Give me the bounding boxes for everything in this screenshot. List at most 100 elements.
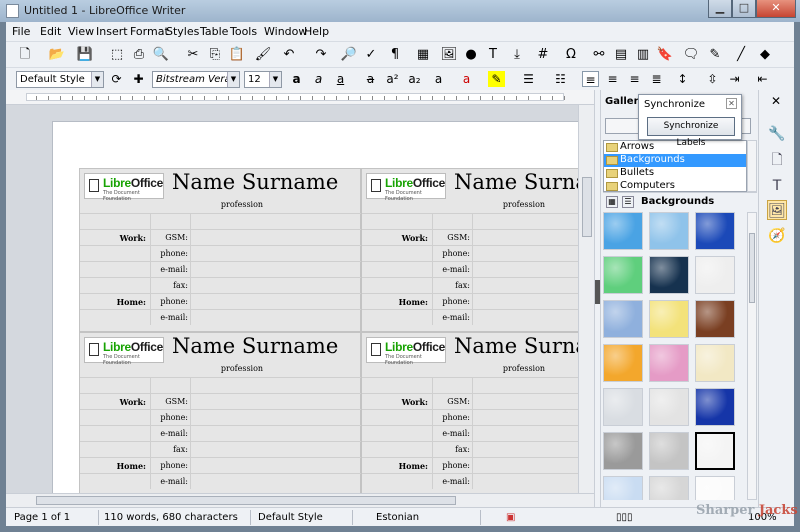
card-row[interactable]: fax:: [80, 277, 362, 293]
basic-shapes-icon[interactable]: ◆: [756, 46, 774, 63]
gallery-tile-flowers[interactable]: [695, 344, 735, 382]
theme-item[interactable]: Arrows: [604, 141, 746, 154]
redo-icon[interactable]: ↷: [312, 46, 330, 63]
paragraph-spacing-icon[interactable]: ⇳: [704, 71, 721, 87]
gallery-tile-candy[interactable]: [649, 344, 689, 382]
card-row[interactable]: Home: phone:: [80, 457, 362, 473]
gallery-tile-crinkled[interactable]: [603, 388, 643, 426]
align-right-icon[interactable]: ≡: [626, 71, 643, 87]
properties-icon[interactable]: 🔧: [767, 124, 787, 144]
horizontal-scrollbar[interactable]: [6, 493, 594, 507]
card-row[interactable]: e-mail:: [362, 309, 594, 325]
insert-chart-icon[interactable]: ●: [462, 46, 480, 63]
word-count[interactable]: 110 words, 680 characters: [104, 512, 238, 523]
theme-item[interactable]: Computers: [604, 180, 746, 191]
card-row[interactable]: fax:: [362, 441, 594, 457]
page-style[interactable]: Default Style: [258, 512, 323, 523]
card-row[interactable]: Home: phone:: [80, 293, 362, 309]
card-row[interactable]: [80, 213, 362, 229]
card-row[interactable]: fax:: [80, 441, 362, 457]
chevron-down-icon[interactable]: ▼: [269, 72, 281, 87]
increase-indent-icon[interactable]: ⇥: [726, 71, 743, 87]
card-row[interactable]: [362, 377, 594, 393]
business-card[interactable]: LibreOffice The Document Foundation Name S…: [361, 332, 594, 493]
close-window-button[interactable]: ✕: [756, 0, 796, 18]
numbering-icon[interactable]: ☷: [552, 71, 569, 87]
superscript-icon[interactable]: a²: [384, 71, 401, 87]
card-name[interactable]: Name Surname: [454, 170, 594, 194]
align-center-icon[interactable]: ≡: [604, 71, 621, 87]
menu-edit[interactable]: Edit: [40, 25, 61, 38]
insert-field-icon[interactable]: #: [534, 46, 552, 63]
strikethrough-icon[interactable]: a: [362, 71, 379, 87]
gallery-tile-grey-light[interactable]: [649, 476, 689, 500]
gallery-tile-orange[interactable]: [603, 344, 643, 382]
card-row[interactable]: e-mail:: [362, 425, 594, 441]
bold-icon[interactable]: a: [288, 71, 305, 87]
menu-file[interactable]: File: [12, 25, 30, 38]
close-sidebar-icon[interactable]: ✕: [759, 94, 793, 108]
document-modified-icon[interactable]: ▣: [506, 512, 515, 523]
line-spacing-icon[interactable]: ↕: [674, 71, 691, 87]
horizontal-ruler[interactable]: [6, 90, 594, 105]
underline-icon[interactable]: a: [332, 71, 349, 87]
card-row[interactable]: phone:: [362, 409, 594, 425]
gallery-tile-paper-grey[interactable]: [649, 388, 689, 426]
new-style-icon[interactable]: ✚: [130, 71, 147, 87]
card-row[interactable]: [362, 213, 594, 229]
theme-item[interactable]: Backgrounds: [604, 154, 746, 167]
card-row[interactable]: e-mail:: [80, 261, 362, 277]
clone-formatting-icon[interactable]: 🖌: [254, 46, 272, 63]
gallery-tile-blue-texture[interactable]: [603, 300, 643, 338]
formatting-marks-icon[interactable]: ¶: [386, 46, 404, 63]
menu-window[interactable]: Window: [264, 25, 307, 38]
card-row[interactable]: Work: GSM:: [362, 229, 594, 245]
card-profession[interactable]: profession: [454, 364, 594, 373]
gallery-tile-white-grain[interactable]: [695, 432, 735, 470]
font-color-icon[interactable]: a: [458, 71, 475, 87]
gallery-tile-sky[interactable]: [603, 476, 643, 500]
export-pdf-icon[interactable]: ⬚: [108, 46, 126, 63]
business-card[interactable]: LibreOffice The Document Foundation Name S…: [361, 168, 594, 332]
highlight-icon[interactable]: ✎: [488, 71, 505, 87]
paste-icon[interactable]: 📋: [228, 46, 246, 63]
gallery-tile-paper-white[interactable]: [695, 256, 735, 294]
endnote-icon[interactable]: ▥: [634, 46, 652, 63]
page-break-icon[interactable]: ⤓: [508, 46, 526, 63]
gallery-tile-white[interactable]: [695, 476, 735, 500]
theme-list-scrollbar[interactable]: [747, 140, 757, 192]
gallery-tile-granite[interactable]: [603, 432, 643, 470]
menu-format[interactable]: Format: [130, 25, 169, 38]
card-row[interactable]: Work: GSM:: [80, 393, 362, 409]
card-name[interactable]: Name Surname: [172, 170, 360, 194]
shadow-icon[interactable]: a: [430, 71, 447, 87]
subscript-icon[interactable]: a₂: [406, 71, 423, 87]
menu-view[interactable]: View: [68, 25, 94, 38]
align-left-icon[interactable]: ≡: [582, 71, 599, 87]
font-name-combo[interactable]: Bitstream Vera Sa ▼: [152, 71, 240, 88]
card-row[interactable]: fax:: [362, 277, 594, 293]
hyperlink-icon[interactable]: ⚯: [590, 46, 608, 63]
gallery-tile-blue-glitter[interactable]: [695, 388, 735, 426]
gallery-tile-blue-dots[interactable]: [695, 212, 735, 250]
spelling-icon[interactable]: ✓: [362, 46, 380, 63]
chevron-down-icon[interactable]: ▼: [227, 72, 239, 87]
gallery-tile-tiles-blue[interactable]: [649, 212, 689, 250]
comment-icon[interactable]: 🗨: [682, 46, 700, 63]
gallery-tile-brown-swirl[interactable]: [695, 300, 735, 338]
gallery-tile-cheese[interactable]: [649, 300, 689, 338]
gallery-tile-water[interactable]: [603, 212, 643, 250]
card-row[interactable]: Work: GSM:: [80, 229, 362, 245]
gallery-tile-night-sky[interactable]: [649, 256, 689, 294]
paragraph-style-combo[interactable]: Default Style ▼: [16, 71, 104, 88]
card-row[interactable]: e-mail:: [362, 261, 594, 277]
card-profession[interactable]: profession: [172, 364, 312, 373]
document-area[interactable]: LibreOffice The Document Foundation Name S…: [6, 105, 594, 493]
menu-styles[interactable]: Styles: [166, 25, 199, 38]
card-row[interactable]: phone:: [80, 245, 362, 261]
theme-item[interactable]: Bullets: [604, 167, 746, 180]
styles-icon[interactable]: T: [767, 176, 787, 196]
menu-table[interactable]: Table: [200, 25, 228, 38]
insert-textbox-icon[interactable]: T: [484, 46, 502, 63]
page-count[interactable]: Page 1 of 1: [14, 512, 70, 523]
